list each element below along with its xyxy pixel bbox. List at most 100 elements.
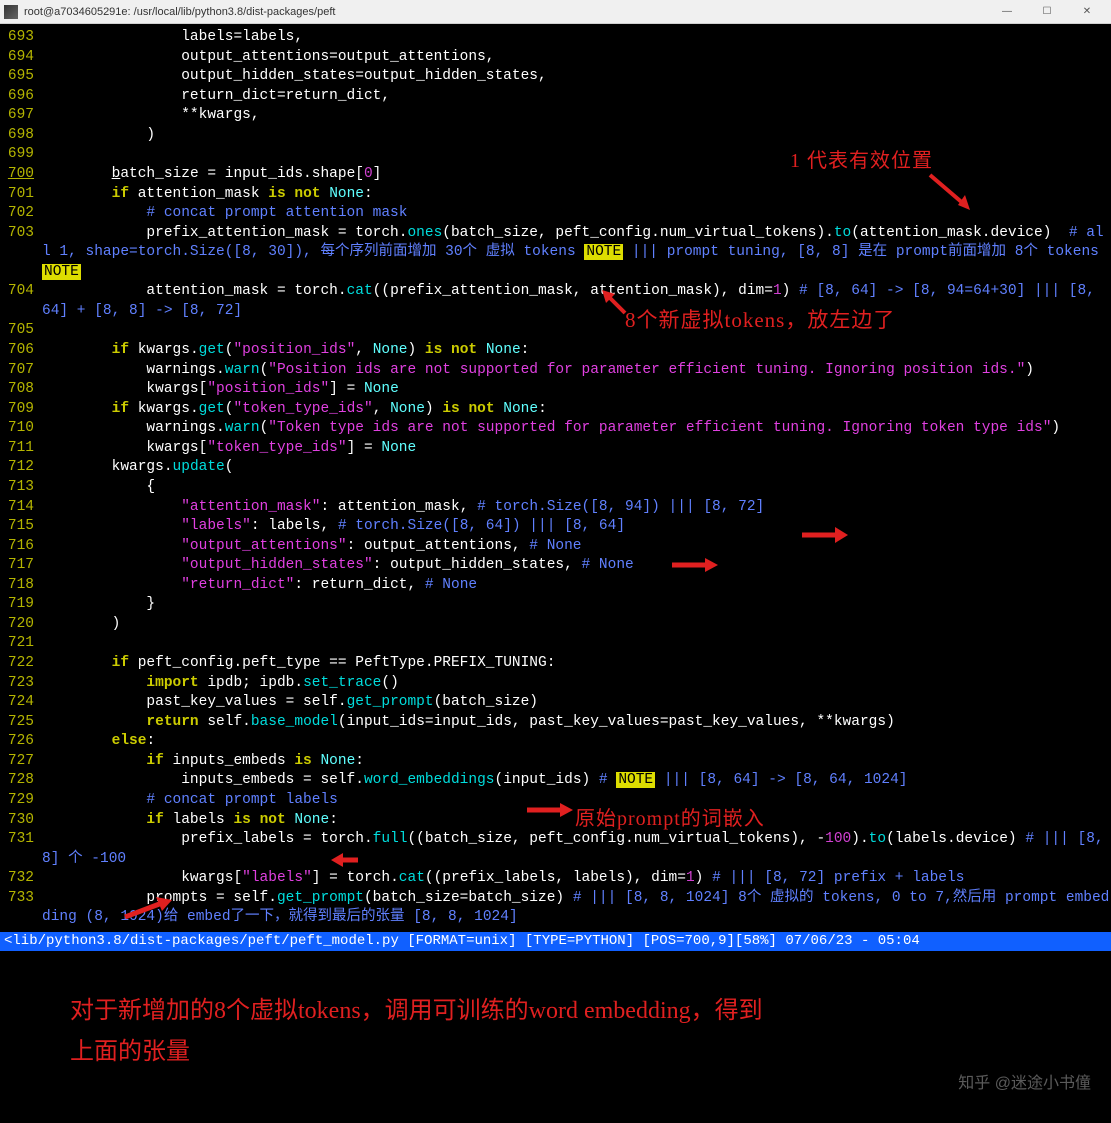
annotation-4-line2: 上面的张量 [70,1039,190,1065]
code-content: if attention_mask is not None: [42,185,1111,205]
code-line[interactable]: 724 past_key_values = self.get_prompt(ba… [0,693,1111,713]
code-content: if kwargs.get("token_type_ids", None) is… [42,400,1111,420]
code-content [42,321,1111,341]
code-line[interactable]: 729 # concat prompt labels [0,791,1111,811]
code-line[interactable]: 718 "return_dict": return_dict, # None [0,576,1111,596]
code-line[interactable]: 701 if attention_mask is not None: [0,185,1111,205]
code-content [42,634,1111,654]
code-content: import ipdb; ipdb.set_trace() [42,674,1111,694]
line-number: 705 [0,321,42,341]
code-content: # concat prompt labels [42,791,1111,811]
code-content: **kwargs, [42,106,1111,126]
line-number: 706 [0,341,42,361]
code-line[interactable]: 695 output_hidden_states=output_hidden_s… [0,67,1111,87]
close-button[interactable]: ✕ [1067,1,1107,23]
line-number: 712 [0,458,42,478]
code-line[interactable]: 694 output_attentions=output_attentions, [0,48,1111,68]
code-content: inputs_embeds = self.word_embeddings(inp… [42,771,1111,791]
line-number: 709 [0,400,42,420]
code-content: past_key_values = self.get_prompt(batch_… [42,693,1111,713]
code-line[interactable]: 716 "output_attentions": output_attentio… [0,537,1111,557]
code-content: if labels is not None: [42,811,1111,831]
code-line[interactable]: 720 ) [0,615,1111,635]
line-number: 693 [0,28,42,48]
line-number: 699 [0,145,42,165]
code-line[interactable]: 721 [0,634,1111,654]
line-number: 727 [0,752,42,772]
code-editor[interactable]: 693 labels=labels,694 output_attentions=… [0,24,1111,932]
line-number: 723 [0,674,42,694]
code-content: kwargs["token_type_ids"] = None [42,439,1111,459]
code-line[interactable]: 693 labels=labels, [0,28,1111,48]
code-line[interactable]: 731 prefix_labels = torch.full((batch_si… [0,830,1111,869]
code-line[interactable]: 714 "attention_mask": attention_mask, # … [0,498,1111,518]
code-line[interactable]: 702 # concat prompt attention mask [0,204,1111,224]
window-title: root@a7034605291e: /usr/local/lib/python… [24,6,987,18]
code-content: warnings.warn("Token type ids are not su… [42,419,1111,439]
code-content: if inputs_embeds is None: [42,752,1111,772]
line-number: 707 [0,361,42,381]
code-line[interactable]: 730 if labels is not None: [0,811,1111,831]
code-line[interactable]: 697 **kwargs, [0,106,1111,126]
line-number: 720 [0,615,42,635]
line-number: 716 [0,537,42,557]
code-line[interactable]: 700 batch_size = input_ids.shape[0] [0,165,1111,185]
code-line[interactable]: 725 return self.base_model(input_ids=inp… [0,713,1111,733]
code-line[interactable]: 705 [0,321,1111,341]
code-content: prefix_labels = torch.full((batch_size, … [42,830,1111,869]
code-line[interactable]: 722 if peft_config.peft_type == PeftType… [0,654,1111,674]
code-content: labels=labels, [42,28,1111,48]
code-content: prefix_attention_mask = torch.ones(batch… [42,224,1111,283]
code-line[interactable]: 706 if kwargs.get("position_ids", None) … [0,341,1111,361]
code-line[interactable]: 703 prefix_attention_mask = torch.ones(b… [0,224,1111,283]
code-line[interactable]: 699 [0,145,1111,165]
code-line[interactable]: 709 if kwargs.get("token_type_ids", None… [0,400,1111,420]
code-content: "attention_mask": attention_mask, # torc… [42,498,1111,518]
code-line[interactable]: 732 kwargs["labels"] = torch.cat((prefix… [0,869,1111,889]
code-line[interactable]: 719 } [0,595,1111,615]
code-line[interactable]: 728 inputs_embeds = self.word_embeddings… [0,771,1111,791]
line-number: 694 [0,48,42,68]
line-number: 713 [0,478,42,498]
code-line[interactable]: 726 else: [0,732,1111,752]
code-line[interactable]: 713 { [0,478,1111,498]
minimize-button[interactable]: — [987,1,1027,23]
code-line[interactable]: 727 if inputs_embeds is None: [0,752,1111,772]
code-line[interactable]: 696 return_dict=return_dict, [0,87,1111,107]
code-content [42,145,1111,165]
line-number: 714 [0,498,42,518]
line-number: 729 [0,791,42,811]
code-line[interactable]: 715 "labels": labels, # torch.Size([8, 6… [0,517,1111,537]
line-number: 732 [0,869,42,889]
code-line[interactable]: 707 warnings.warn("Position ids are not … [0,361,1111,381]
line-number: 725 [0,713,42,733]
code-content: kwargs["position_ids"] = None [42,380,1111,400]
code-line[interactable]: 704 attention_mask = torch.cat((prefix_a… [0,282,1111,321]
code-line[interactable]: 712 kwargs.update( [0,458,1111,478]
line-number: 710 [0,419,42,439]
window-titlebar: root@a7034605291e: /usr/local/lib/python… [0,0,1111,24]
code-content: warnings.warn("Position ids are not supp… [42,361,1111,381]
code-line[interactable]: 698 ) [0,126,1111,146]
line-number: 719 [0,595,42,615]
code-content: batch_size = input_ids.shape[0] [42,165,1111,185]
line-number: 695 [0,67,42,87]
code-line[interactable]: 708 kwargs["position_ids"] = None [0,380,1111,400]
code-content: } [42,595,1111,615]
line-number: 698 [0,126,42,146]
code-line[interactable]: 723 import ipdb; ipdb.set_trace() [0,674,1111,694]
code-line[interactable]: 733 prompts = self.get_prompt(batch_size… [0,889,1111,928]
code-content: "output_attentions": output_attentions, … [42,537,1111,557]
code-content: return self.base_model(input_ids=input_i… [42,713,1111,733]
line-number: 696 [0,87,42,107]
line-number: 703 [0,224,42,283]
code-line[interactable]: 710 warnings.warn("Token type ids are no… [0,419,1111,439]
code-content: return_dict=return_dict, [42,87,1111,107]
code-content: "labels": labels, # torch.Size([8, 64]) … [42,517,1111,537]
annotation-4: 对于新增加的8个虚拟tokens，调用可训练的word embedding，得到… [70,991,1010,1073]
line-number: 724 [0,693,42,713]
code-line[interactable]: 717 "output_hidden_states": output_hidde… [0,556,1111,576]
maximize-button[interactable]: ☐ [1027,1,1067,23]
line-number: 701 [0,185,42,205]
code-line[interactable]: 711 kwargs["token_type_ids"] = None [0,439,1111,459]
